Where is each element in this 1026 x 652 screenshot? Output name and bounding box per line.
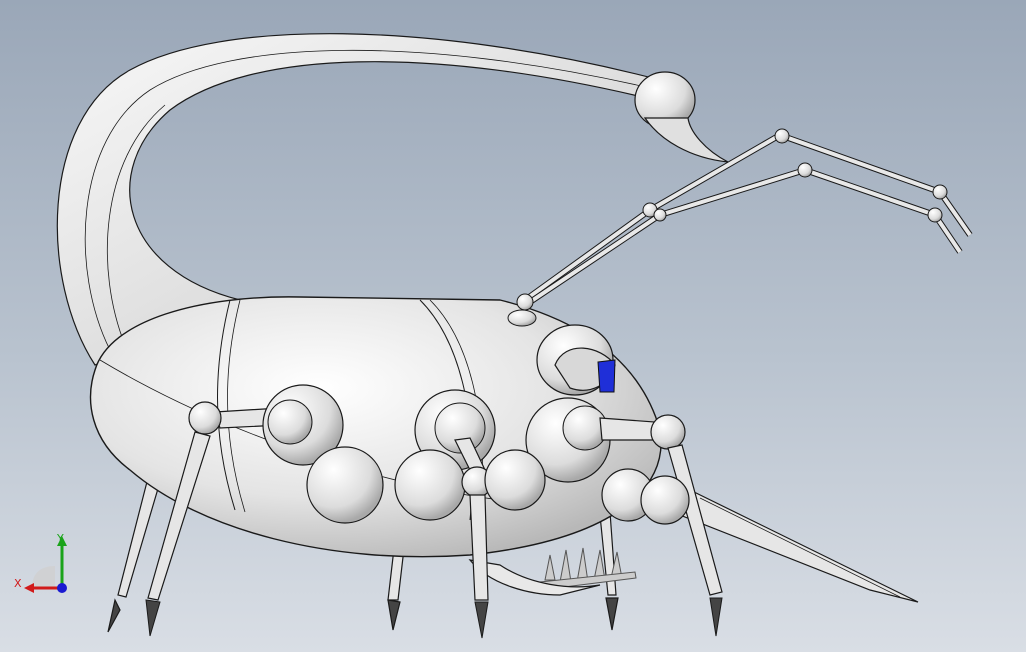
antennae[interactable] (523, 128, 973, 305)
graphics-viewport[interactable]: Y X (0, 0, 1026, 652)
belly-spikes (539, 547, 637, 591)
eye (597, 359, 616, 393)
x-axis-arrowhead (24, 583, 34, 593)
3d-model-scorpion[interactable] (0, 0, 1026, 652)
x-axis-label: X (14, 577, 22, 590)
y-axis-label: Y (56, 532, 64, 545)
coordinate-triad: Y X (14, 532, 67, 593)
z-axis-dot (57, 583, 67, 593)
stinger (643, 117, 729, 163)
